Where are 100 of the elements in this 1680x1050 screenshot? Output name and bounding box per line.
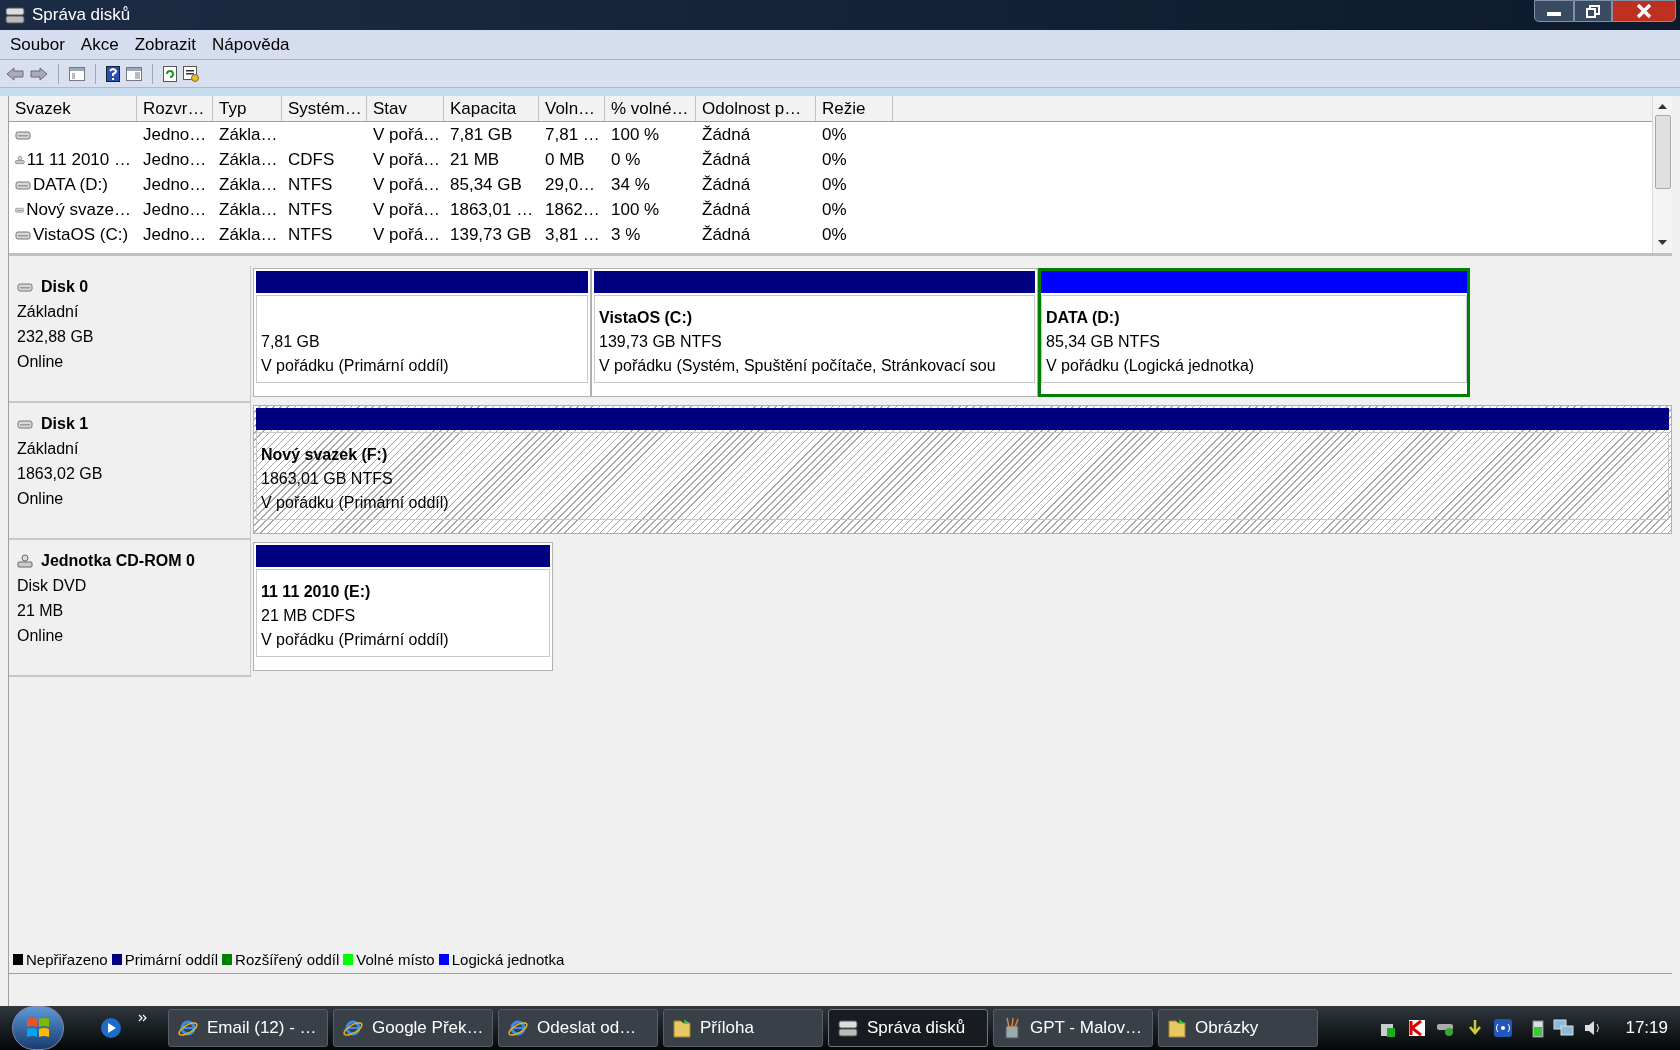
taskbar-button[interactable]: Google Přek… — [333, 1009, 493, 1047]
table-cell-text: Zákla… — [219, 198, 278, 221]
partition-info: V pořádku (Logická jednotka) — [1046, 356, 1255, 376]
menu-item[interactable]: Akce — [72, 31, 127, 58]
restore-icon — [1586, 4, 1600, 18]
column-header[interactable]: Stav — [367, 96, 444, 121]
minimize-button[interactable] — [1534, 0, 1574, 22]
disk-name: Disk 0 — [41, 277, 89, 297]
table-cell-text: 1862… — [545, 198, 600, 221]
partition-info: V pořádku (Primární oddíl) — [261, 493, 449, 513]
folder-icon — [1167, 1017, 1187, 1039]
partition-name: Nový svazek (F:) — [261, 445, 388, 465]
start-button[interactable] — [12, 1006, 64, 1050]
table-cell-text: Zákla… — [219, 223, 278, 246]
column-header[interactable]: Režie — [816, 96, 893, 121]
menu-item[interactable]: Soubor — [2, 31, 73, 58]
legend-label: Rozšířený oddíl — [235, 949, 340, 970]
media-player-icon[interactable] — [100, 1017, 122, 1039]
forward-arrow-icon[interactable] — [30, 66, 48, 81]
table-cell-text: 100 % — [611, 198, 660, 221]
taskbar-button[interactable]: Obrázky — [1158, 1009, 1318, 1047]
table-cell-text: DATA (D:) — [33, 173, 108, 196]
menu-item[interactable]: Nápověda — [204, 31, 298, 58]
table-cell-text: NTFS — [288, 223, 333, 246]
legend-label: Logická jednotka — [451, 949, 565, 970]
table-cell-text: V pořá… — [373, 223, 441, 246]
scroll-down-icon[interactable] — [1658, 240, 1667, 245]
table-cell-text: Zákla… — [219, 173, 278, 196]
column-header[interactable]: % volné… — [605, 96, 696, 121]
table-cell-text: Jedno… — [143, 173, 207, 196]
column-header[interactable]: Odolnost p… — [696, 96, 816, 121]
table-cell-text: 0% — [822, 173, 847, 196]
refresh-icon[interactable] — [163, 65, 177, 82]
table-cell-text: 7,81 … — [545, 123, 600, 146]
table-cell-text: 7,81 GB — [450, 123, 513, 146]
disk-info: Online — [17, 352, 64, 372]
disk-info: Online — [17, 489, 64, 509]
back-arrow-icon[interactable] — [6, 66, 24, 81]
taskbar-button[interactable]: Odeslat od… — [498, 1009, 658, 1047]
taskbar-button[interactable]: Správa disků — [828, 1009, 988, 1047]
clock[interactable]: 17:19 — [1625, 1015, 1668, 1041]
console-tree-icon[interactable] — [69, 66, 85, 81]
properties-icon[interactable] — [183, 65, 199, 82]
table-cell-text: 34 % — [611, 173, 650, 196]
network-icon[interactable] — [1553, 1018, 1576, 1038]
taskbar-button[interactable]: GPT - Malov… — [993, 1009, 1153, 1047]
close-button[interactable] — [1612, 0, 1676, 22]
disk-info: 21 MB — [17, 601, 64, 621]
partition-block[interactable]: DATA (D:) 85,34 GB NTFS V pořádku (Logická jednotka) — [1038, 268, 1470, 397]
disk-info: 232,88 GB — [17, 327, 94, 347]
partition-info: 85,34 GB NTFS — [1046, 332, 1160, 352]
column-header[interactable]: Systém… — [282, 96, 367, 121]
cd-drive-icon — [17, 553, 33, 568]
table-cell-text: Jedno… — [143, 123, 207, 146]
menu-item[interactable]: Zobrazit — [126, 31, 205, 58]
column-header[interactable]: Svazek — [9, 96, 137, 121]
windows-logo-icon — [25, 1016, 51, 1040]
help-icon[interactable] — [106, 65, 120, 82]
table-cell-text: Žádná — [702, 148, 751, 171]
table-cell-text: Žádná — [702, 223, 751, 246]
table-cell-text: 29,0… — [545, 173, 596, 196]
table-cell-text: 21 MB — [450, 148, 500, 171]
partition-block[interactable]: 11 11 2010 (E:) 21 MB CDFS V pořádku (Primární oddíl) — [253, 542, 553, 671]
column-header[interactable]: Rozvr… — [137, 96, 213, 121]
column-header[interactable]: Typ — [213, 96, 282, 121]
restore-button[interactable] — [1574, 0, 1612, 22]
table-cell-text: Jedno… — [143, 148, 207, 171]
disk-name: Jednotka CD-ROM 0 — [41, 551, 195, 571]
table-cell-text: 0% — [822, 198, 847, 221]
table-cell-text: CDFS — [288, 148, 335, 171]
table-cell-text: NTFS — [288, 173, 333, 196]
partition-info: 7,81 GB — [261, 332, 320, 352]
taskbar-button[interactable]: Příloha — [663, 1009, 823, 1047]
scrollbar-thumb[interactable] — [1654, 115, 1671, 189]
column-header[interactable]: Voln… — [539, 96, 605, 121]
taskbar-button[interactable]: Email (12) - … — [168, 1009, 328, 1047]
chevron-icon[interactable] — [138, 1014, 148, 1022]
table-cell-text: Žádná — [702, 173, 751, 196]
wireless-icon[interactable] — [1493, 1018, 1514, 1038]
table-cell-text: Zákla… — [219, 123, 278, 146]
scroll-up-icon[interactable] — [1658, 104, 1667, 109]
disk-info-panel[interactable]: Disk 0 Základní 232,88 GB Online — [9, 266, 251, 403]
partition-block[interactable]: 7,81 GB V pořádku (Primární oddíl) — [253, 268, 591, 397]
partition-block[interactable]: Nový svazek (F:) 1863,01 GB NTFS V pořádku (Primární oddíl) — [253, 405, 1672, 534]
table-cell-text: 11 11 2010 … — [26, 148, 131, 171]
partition-block[interactable]: VistaOS (C:) 139,73 GB NTFS V pořádku (Systém, Spuštění počítače, Stránkovací sou — [591, 268, 1038, 397]
partition-name: DATA (D:) — [1046, 308, 1120, 328]
partition-info: 139,73 GB NTFS — [599, 332, 722, 352]
table-cell-text: 0 % — [611, 148, 641, 171]
disk-info-panel[interactable]: Disk 1 Základní 1863,02 GB Online — [9, 403, 251, 540]
table-cell-text: 0 MB — [545, 148, 585, 171]
table-cell-text: V pořá… — [373, 173, 441, 196]
disk-info-panel[interactable]: Jednotka CD-ROM 0 Disk DVD 21 MB Online — [9, 540, 251, 677]
vertical-scrollbar[interactable] — [1652, 96, 1672, 253]
antivirus-icon[interactable] — [1407, 1018, 1428, 1038]
table-cell-text: VistaOS (C:) — [33, 223, 129, 246]
panel-icon[interactable] — [126, 66, 142, 81]
column-header[interactable]: Kapacita — [444, 96, 539, 121]
battery-icon[interactable] — [1531, 1018, 1546, 1038]
partition-info: V pořádku (Primární oddíl) — [261, 356, 449, 376]
